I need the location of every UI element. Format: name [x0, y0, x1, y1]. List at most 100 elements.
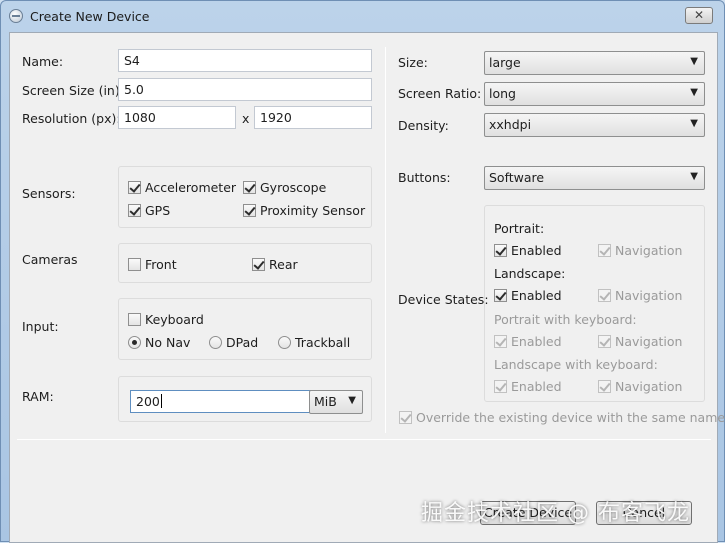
checkbox-box[interactable] — [598, 380, 611, 393]
override-checkbox[interactable]: Override the existing device with the sa… — [399, 410, 725, 425]
radio-label: DPad — [226, 335, 259, 350]
portrait-enabled-checkbox[interactable]: Enabled — [494, 243, 562, 258]
checkbox-label: Enabled — [511, 288, 562, 303]
cameras-label: Cameras — [22, 252, 78, 267]
checkbox-box[interactable] — [494, 289, 507, 302]
ram-value: 200 — [136, 394, 160, 409]
radio-label: Trackball — [295, 335, 351, 350]
portrait-label: Portrait: — [494, 221, 545, 236]
text-caret — [160, 394, 162, 408]
density-label: Density: — [398, 118, 449, 133]
accelerometer-checkbox[interactable]: Accelerometer — [128, 180, 236, 195]
size-select[interactable]: large ▼ — [484, 51, 705, 75]
radio-dot[interactable] — [209, 336, 222, 349]
checkbox-label: Rear — [269, 257, 298, 272]
checkbox-label: Gyroscope — [260, 180, 327, 195]
checkbox-box[interactable] — [598, 244, 611, 257]
checkbox-box[interactable] — [243, 181, 256, 194]
checkbox-label: Navigation — [615, 243, 683, 258]
front-camera-checkbox[interactable]: Front — [128, 257, 177, 272]
input-group: Keyboard No Nav DPad Trackball — [118, 298, 372, 360]
column-divider — [385, 47, 386, 433]
screen-size-field[interactable]: 5.0 — [118, 78, 372, 101]
landscape-navigation-checkbox[interactable]: Navigation — [598, 288, 682, 303]
size-label: Size: — [398, 55, 428, 70]
checkbox-box[interactable] — [128, 181, 141, 194]
close-button[interactable]: ✕ — [685, 7, 713, 24]
sensors-group: Accelerometer Gyroscope GPS Proximity Se… — [118, 166, 372, 228]
checkbox-label: Enabled — [511, 334, 562, 349]
resolution-separator: x — [242, 111, 250, 126]
dpad-radio[interactable]: DPad — [209, 335, 258, 350]
checkbox-label: Keyboard — [145, 312, 204, 327]
landscape-keyboard-navigation-checkbox[interactable]: Navigation — [598, 379, 682, 394]
screen-ratio-select[interactable]: long ▼ — [484, 82, 705, 106]
checkbox-label: Navigation — [615, 334, 683, 349]
radio-label: No Nav — [145, 335, 191, 350]
sensors-label: Sensors: — [22, 186, 76, 201]
chevron-down-icon: ▼ — [690, 118, 698, 129]
chevron-down-icon: ▼ — [348, 395, 356, 406]
checkbox-label: Accelerometer — [145, 180, 237, 195]
checkbox-box[interactable] — [243, 204, 256, 217]
portrait-navigation-checkbox[interactable]: Navigation — [598, 243, 682, 258]
chevron-down-icon: ▼ — [690, 87, 698, 98]
watermark-text: 掘金技术社区 @ 布客飞龙 — [421, 501, 690, 526]
title-bar: Create New Device ✕ — [1, 1, 724, 32]
checkbox-label: Proximity Sensor — [260, 203, 366, 218]
checkbox-label: Enabled — [511, 243, 562, 258]
checkbox-box[interactable] — [128, 313, 141, 326]
density-value: xxhdpi — [489, 117, 532, 132]
trackball-radio[interactable]: Trackball — [278, 335, 350, 350]
landscape-label: Landscape: — [494, 266, 566, 281]
checkbox-box[interactable] — [598, 335, 611, 348]
checkbox-label: GPS — [145, 203, 171, 218]
checkbox-label: Front — [145, 257, 177, 272]
buttons-select[interactable]: Software ▼ — [484, 166, 705, 190]
checkbox-label: Navigation — [615, 379, 683, 394]
ram-unit-value: MiB — [314, 394, 337, 409]
keyboard-checkbox[interactable]: Keyboard — [128, 312, 204, 327]
density-select[interactable]: xxhdpi ▼ — [484, 113, 705, 137]
portrait-keyboard-navigation-checkbox[interactable]: Navigation — [598, 334, 682, 349]
checkbox-box[interactable] — [598, 289, 611, 302]
screen-size-label: Screen Size (in): — [22, 83, 124, 98]
checkbox-box[interactable] — [399, 411, 412, 424]
landscape-keyboard-enabled-checkbox[interactable]: Enabled — [494, 379, 562, 394]
checkbox-box[interactable] — [252, 258, 265, 271]
resolution-width-field[interactable]: 1080 — [118, 106, 236, 129]
ram-field[interactable]: 200 — [130, 390, 312, 413]
landscape-enabled-checkbox[interactable]: Enabled — [494, 288, 562, 303]
radio-dot[interactable] — [128, 336, 141, 349]
gyroscope-checkbox[interactable]: Gyroscope — [243, 180, 326, 195]
checkbox-box[interactable] — [494, 380, 507, 393]
gps-checkbox[interactable]: GPS — [128, 203, 170, 218]
ram-group: 200 MiB ▼ — [118, 376, 372, 422]
proximity-sensor-checkbox[interactable]: Proximity Sensor — [243, 203, 365, 218]
name-field[interactable]: S4 — [118, 49, 372, 72]
buttons-label: Buttons: — [398, 170, 451, 185]
checkbox-label: Override the existing device with the sa… — [416, 410, 725, 425]
checkbox-box[interactable] — [494, 244, 507, 257]
ram-unit-select[interactable]: MiB ▼ — [309, 390, 363, 414]
resolution-label: Resolution (px): — [22, 111, 121, 126]
resolution-height-field[interactable]: 1920 — [254, 106, 372, 129]
checkbox-box[interactable] — [494, 335, 507, 348]
screen-ratio-label: Screen Ratio: — [398, 86, 482, 101]
chevron-down-icon: ▼ — [690, 171, 698, 182]
input-label: Input: — [22, 319, 59, 334]
no-nav-radio[interactable]: No Nav — [128, 335, 190, 350]
app-icon — [9, 9, 23, 23]
window-title: Create New Device — [30, 9, 150, 24]
rear-camera-checkbox[interactable]: Rear — [252, 257, 298, 272]
checkbox-box[interactable] — [128, 258, 141, 271]
cameras-group: Front Rear — [118, 243, 372, 283]
name-label: Name: — [22, 54, 64, 69]
dialog-body: Name: S4 Screen Size (in): 5.0 Resolutio… — [9, 32, 725, 543]
portrait-keyboard-enabled-checkbox[interactable]: Enabled — [494, 334, 562, 349]
buttons-value: Software — [489, 170, 545, 185]
checkbox-box[interactable] — [128, 204, 141, 217]
ram-label: RAM: — [22, 389, 54, 404]
radio-dot[interactable] — [278, 336, 291, 349]
checkbox-label: Navigation — [615, 288, 683, 303]
